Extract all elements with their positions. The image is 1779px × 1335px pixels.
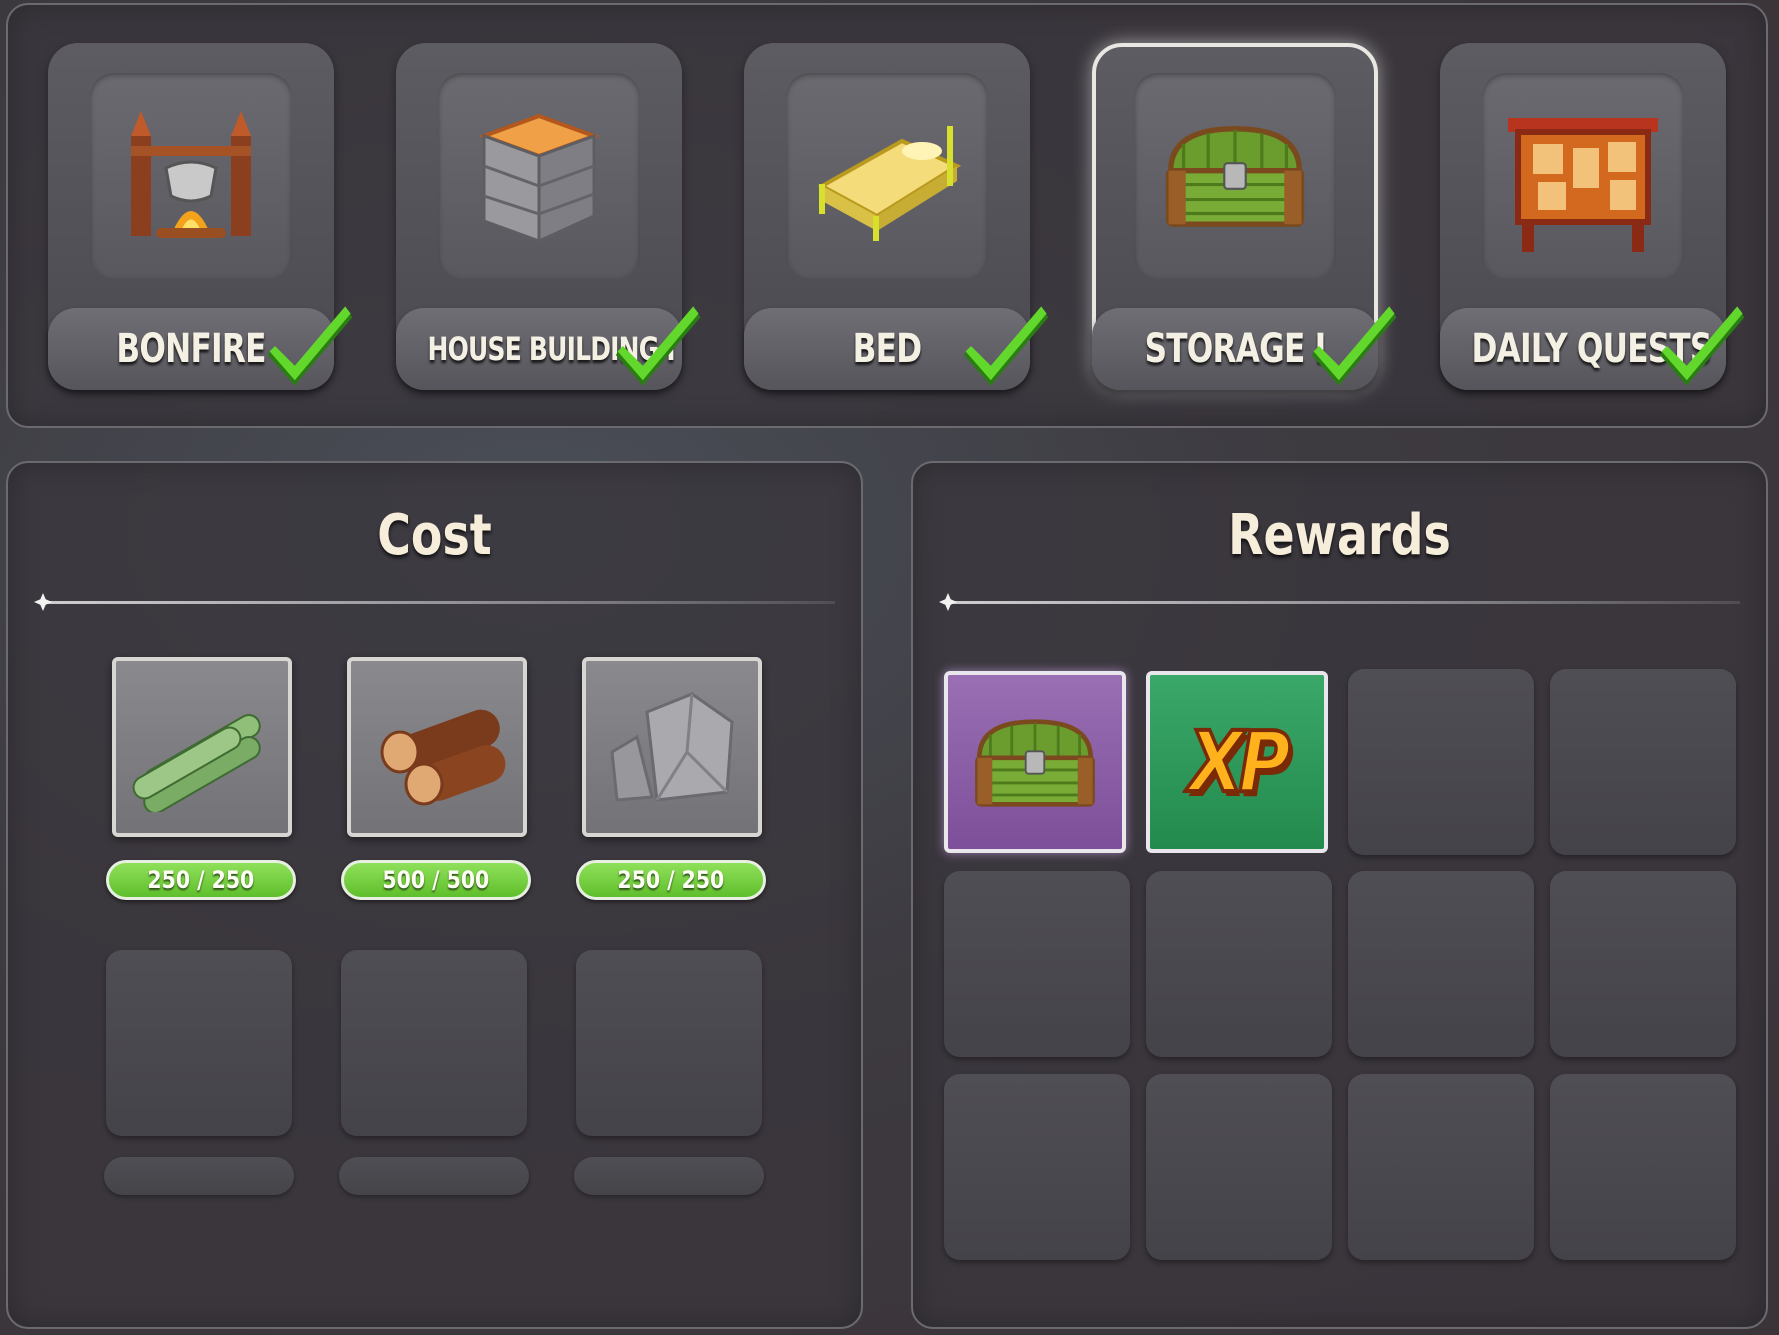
divider-gem-icon [939,593,957,611]
quest-card-bonfire[interactable]: BONFIRE [48,43,334,390]
wood-logs-icon [380,709,506,806]
divider [943,601,1740,604]
empty-reward-slot [944,1074,1130,1260]
cost-amount-stone: 250 / 250 [576,860,766,900]
storage-chest-icon [970,715,1100,810]
empty-reward-slot [1348,871,1534,1057]
divider-gem-icon [34,593,52,611]
divider [38,601,835,604]
empty-reward-slot [1550,871,1736,1057]
empty-reward-slot [1146,1074,1332,1260]
check-icon [614,301,704,391]
quest-icon-frame [786,73,988,279]
xp-icon: XP [1187,711,1293,813]
quest-icon-frame [438,73,640,279]
quest-icon-frame [1134,73,1336,279]
quest-icon-frame [1482,73,1684,279]
empty-reward-slot [1550,669,1736,855]
empty-reward-slot [1348,669,1534,855]
cost-item-stone[interactable] [582,657,762,837]
check-icon [266,301,356,391]
bed-icon [817,126,962,241]
cost-amount-bamboo: 250 / 250 [106,860,296,900]
quest-icon-frame [90,73,292,279]
cost-title: Cost [377,503,492,568]
empty-reward-slot [1146,871,1332,1057]
quest-board-icon [1508,118,1658,252]
empty-reward-slot [1550,1074,1736,1260]
quest-list-panel: BONFIRE HOUSE BUILDING I BED STORAGE I D… [6,3,1768,428]
check-icon [962,301,1052,391]
quest-card-daily-quests[interactable]: DAILY QUESTS [1440,43,1726,390]
stone-icon [610,692,734,802]
quest-card-house-building[interactable]: HOUSE BUILDING I [396,43,682,390]
house-building-icon [478,113,600,244]
bamboo-icon [132,714,261,812]
cost-amount-wood: 500 / 500 [341,860,531,900]
bonfire-icon [131,111,251,238]
empty-reward-slot [1348,1074,1534,1260]
cost-panel: Cost 250 / 250 500 / 500 250 / 250 [6,461,863,1329]
empty-cost-slot [106,950,292,1136]
rewards-panel: Rewards XP [911,461,1768,1329]
cost-item-wood[interactable] [347,657,527,837]
storage-chest-icon [1160,121,1310,231]
reward-item-xp[interactable]: XP [1146,671,1328,853]
quest-card-storage[interactable]: STORAGE I [1092,43,1378,390]
reward-item-storage-chest[interactable] [944,671,1126,853]
empty-cost-pill [339,1157,529,1195]
empty-cost-slot [576,950,762,1136]
empty-cost-pill [574,1157,764,1195]
empty-reward-slot [944,871,1130,1057]
check-icon [1310,301,1400,391]
check-icon [1658,301,1748,391]
empty-cost-slot [341,950,527,1136]
rewards-title: Rewards [1228,503,1451,568]
empty-cost-pill [104,1157,294,1195]
quest-card-bed[interactable]: BED [744,43,1030,390]
cost-item-bamboo[interactable] [112,657,292,837]
